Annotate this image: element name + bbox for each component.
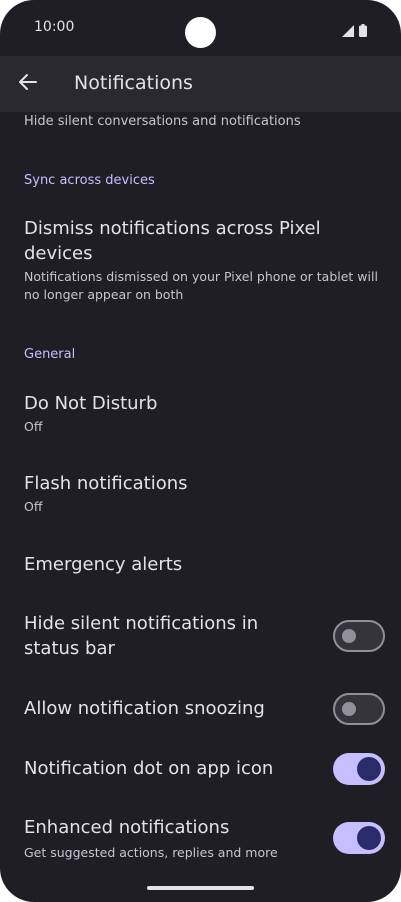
- hide-silent-status-bar-toggle[interactable]: [333, 620, 385, 652]
- section-header-general: General: [24, 347, 76, 362]
- flash-notifications-title: Flash notifications: [24, 473, 188, 494]
- enhanced-notifications-toggle[interactable]: [333, 822, 385, 854]
- enhanced-notifications-subtitle: Get suggested actions, replies and more: [24, 845, 278, 860]
- emergency-alerts-item[interactable]: Emergency alerts: [0, 548, 401, 588]
- notification-snoozing-item[interactable]: Allow notification snoozing: [0, 692, 401, 732]
- section-header-sync: Sync across devices: [24, 173, 155, 188]
- enhanced-notifications-title: Enhanced notifications: [24, 817, 230, 838]
- dismiss-across-devices-title: Dismiss notifications across Pixel devic…: [24, 218, 321, 264]
- status-icons: [342, 22, 367, 41]
- notification-dot-item[interactable]: Notification dot on app icon: [0, 753, 401, 793]
- hide-silent-status-bar-title: Hide silent notifications in status bar: [24, 613, 259, 659]
- enhanced-notifications-item[interactable]: Enhanced notifications Get suggested act…: [0, 812, 401, 872]
- app-bar: Notifications: [0, 56, 401, 112]
- emergency-alerts-title: Emergency alerts: [24, 554, 183, 575]
- status-time: 10:00: [34, 19, 75, 35]
- toggle-knob: [357, 826, 381, 850]
- do-not-disturb-item[interactable]: Do Not Disturb Off: [0, 387, 401, 447]
- cell-signal-icon: [342, 22, 354, 41]
- flash-notifications-item[interactable]: Flash notifications Off: [0, 467, 401, 527]
- back-button[interactable]: [14, 70, 42, 98]
- dismiss-across-devices-item[interactable]: Dismiss notifications across Pixel devic…: [0, 212, 401, 312]
- page-title: Notifications: [74, 72, 193, 94]
- do-not-disturb-status: Off: [24, 419, 43, 434]
- notification-snoozing-toggle[interactable]: [333, 693, 385, 725]
- battery-icon: [359, 22, 367, 41]
- phone-screen: 10:00 Notifications Hide silent conversa…: [0, 0, 401, 902]
- status-bar: 10:00: [0, 0, 401, 56]
- hide-silent-status-bar-item[interactable]: Hide silent notifications in status bar: [0, 607, 401, 667]
- toggle-knob: [357, 757, 381, 781]
- partial-item-subtitle: Hide silent conversations and notificati…: [24, 114, 301, 129]
- notification-dot-toggle[interactable]: [333, 753, 385, 785]
- toggle-knob: [342, 629, 356, 643]
- camera-cutout: [185, 17, 216, 48]
- gesture-nav-handle[interactable]: [147, 886, 254, 890]
- flash-notifications-status: Off: [24, 499, 43, 514]
- toggle-knob: [342, 702, 356, 716]
- notification-snoozing-title: Allow notification snoozing: [24, 698, 265, 719]
- settings-list: Hide silent conversations and notificati…: [0, 112, 401, 902]
- notification-dot-title: Notification dot on app icon: [24, 758, 274, 779]
- do-not-disturb-title: Do Not Disturb: [24, 393, 158, 414]
- arrow-back-icon: [18, 72, 38, 96]
- dismiss-across-devices-subtitle: Notifications dismissed on your Pixel ph…: [24, 269, 378, 302]
